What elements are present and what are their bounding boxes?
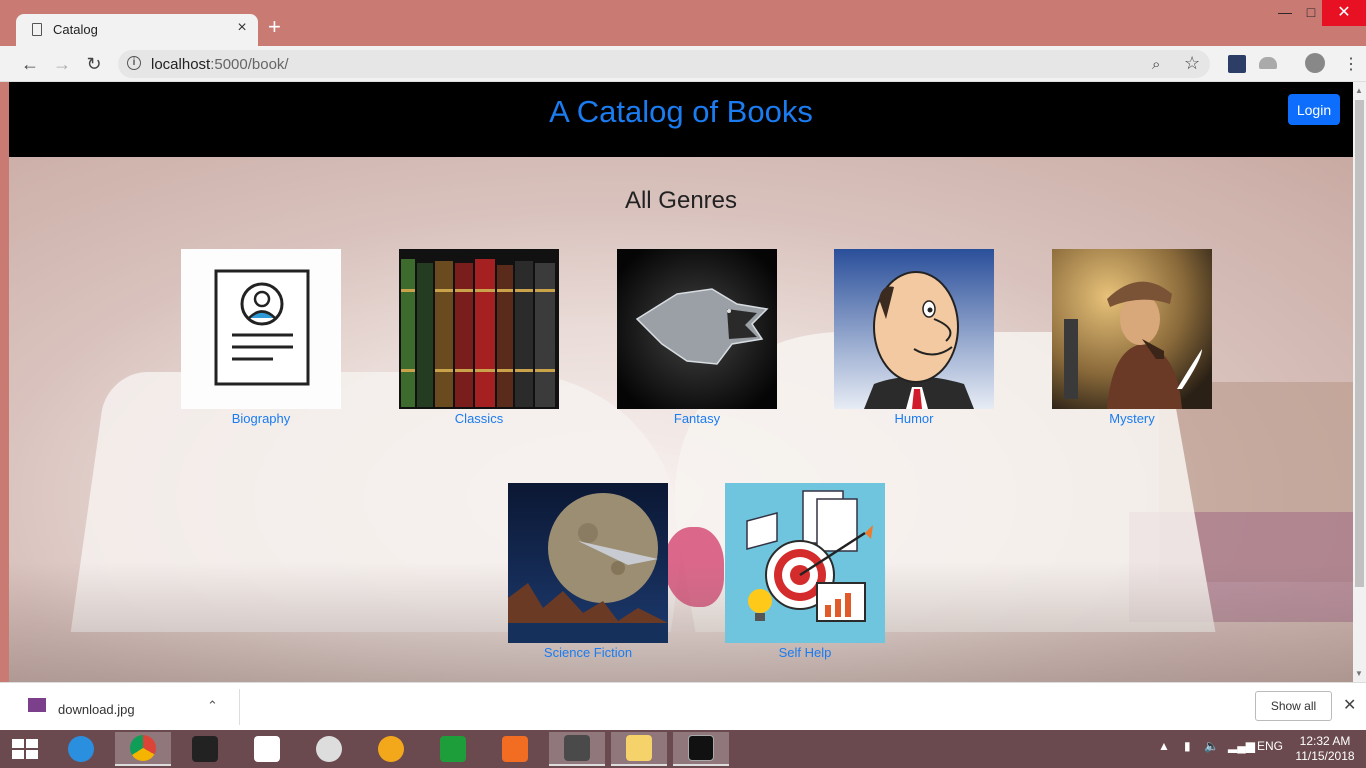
back-icon[interactable]: ← [20,54,40,74]
genre-link-mystery[interactable]: Mystery [1052,411,1212,426]
genre-link-science-fiction[interactable]: Science Fiction [508,645,668,660]
taskbar-app[interactable] [177,732,233,766]
network-icon[interactable]: ▂▄▆ [1228,739,1255,753]
genre-link-classics[interactable]: Classics [399,411,559,426]
taskbar-cmd[interactable] [673,732,729,766]
forward-icon[interactable]: → [52,54,72,74]
genre-card-self-help[interactable]: Self Help [725,483,885,660]
close-download-bar-icon[interactable]: ✕ [1343,695,1356,715]
detective-image[interactable] [1052,249,1212,409]
download-file-name[interactable]: download.jpg [58,702,135,717]
extension-icon[interactable] [1228,55,1246,73]
orange-circle-icon [378,736,404,762]
command-prompt-icon [688,735,714,761]
page-scrollbar[interactable]: ▲ ▼ [1353,82,1366,682]
chrome-icon [130,735,156,761]
tab-title: Catalog [53,22,98,37]
taskbar-sublime[interactable] [549,732,605,766]
taskbar-store[interactable] [425,732,481,766]
cartoon-man-image[interactable] [834,249,994,409]
file-explorer-icon [626,735,652,761]
clock-date: 11/15/2018 [1295,749,1355,763]
info-icon[interactable]: i [127,56,141,70]
taskbar-dropbox[interactable] [239,732,295,766]
page-icon [32,23,42,36]
cloud-icon[interactable] [1259,57,1277,69]
tray-expand-icon[interactable]: ▲ [1158,739,1170,753]
battery-icon[interactable]: ▮ [1184,739,1191,753]
url-path: :5000/book/ [210,56,289,73]
genre-card-mystery[interactable]: Mystery [1052,249,1212,426]
taskbar-snipping[interactable] [301,732,357,766]
background-wood [9,562,1353,682]
taskbar-clock[interactable]: 12:32 AM 11/15/2018 [1295,734,1355,764]
dropbox-icon [254,736,280,762]
scroll-up-arrow-icon[interactable]: ▲ [1355,86,1363,95]
taskbar-chrome[interactable] [115,732,171,766]
genre-link-biography[interactable]: Biography [181,411,341,426]
section-title: All Genres [624,187,738,214]
scroll-thumb[interactable] [1355,100,1364,587]
site-header: A Catalog of Books Login [9,82,1353,157]
zoom-icon[interactable]: ⌕ [1152,56,1160,73]
menu-icon[interactable]: ⋮ [1343,54,1359,74]
tab-close-icon[interactable]: × [234,19,250,37]
browser-toolbar: ← → ↻ i localhost:5000/book/ ⌕ ☆ ⋮ [0,46,1366,82]
colorful-app-icon [192,736,218,762]
reload-icon[interactable]: ↻ [84,54,104,74]
profile-document-icon[interactable] [181,249,341,409]
windows-start-icon[interactable] [12,739,38,759]
scroll-down-arrow-icon[interactable]: ▼ [1355,669,1363,678]
profile-avatar[interactable] [1305,53,1325,73]
download-bar: download.jpg ⌃ Show all ✕ [0,682,1366,730]
internet-explorer-icon [68,736,94,762]
snipping-tool-icon [316,736,342,762]
chevron-up-icon[interactable]: ⌃ [207,698,218,714]
store-icon [440,736,466,762]
browser-title-bar: Catalog × + — □ ✕ [0,0,1366,46]
tab-catalog[interactable]: Catalog × [16,14,258,46]
site-title[interactable]: A Catalog of Books [9,94,1353,130]
window-close-button[interactable]: ✕ [1322,0,1366,26]
bookshelf-image[interactable] [399,249,559,409]
taskbar-circle-app[interactable] [363,732,419,766]
mi-icon [502,736,528,762]
genre-link-self-help[interactable]: Self Help [725,645,885,660]
image-file-icon [28,698,46,712]
sublime-text-icon [564,735,590,761]
genre-card-biography[interactable]: Biography [181,249,341,426]
taskbar-ie[interactable] [53,732,109,766]
taskbar-explorer[interactable] [611,732,667,766]
page-viewport: A Catalog of Books Login All Genres Biog… [9,82,1353,682]
target-goals-image[interactable] [725,483,885,643]
wolf-sigil-image[interactable] [617,249,777,409]
divider [239,689,240,725]
login-button[interactable]: Login [1288,94,1340,125]
spaceship-planet-image[interactable] [508,483,668,643]
show-all-button[interactable]: Show all [1255,691,1332,721]
address-bar[interactable]: i localhost:5000/book/ ⌕ ☆ [118,50,1210,78]
genre-card-classics[interactable]: Classics [399,249,559,426]
url-host: localhost [151,56,211,73]
genre-card-humor[interactable]: Humor [834,249,994,426]
bookmark-star-icon[interactable]: ☆ [1184,53,1200,74]
windows-taskbar: ▲ ▮ 🔈 ▂▄▆ ENG 12:32 AM 11/15/2018 [0,730,1366,768]
genre-link-humor[interactable]: Humor [834,411,994,426]
genre-link-fantasy[interactable]: Fantasy [617,411,777,426]
genre-card-fantasy[interactable]: Fantasy [617,249,777,426]
volume-icon[interactable]: 🔈 [1204,739,1219,753]
clock-time: 12:32 AM [1299,734,1351,748]
genre-card-science-fiction[interactable]: Science Fiction [508,483,668,660]
new-tab-button[interactable]: + [268,16,281,38]
taskbar-mi[interactable] [487,732,543,766]
language-indicator[interactable]: ENG [1257,739,1283,753]
url-text[interactable]: localhost:5000/book/ [151,56,289,73]
